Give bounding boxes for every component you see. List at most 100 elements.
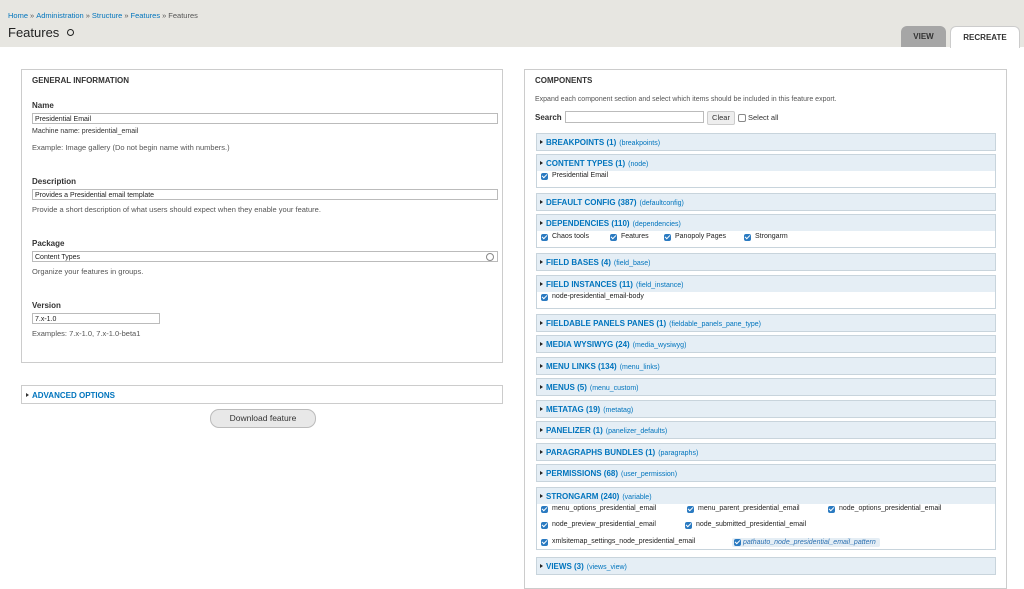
- component-section-header[interactable]: PARAGRAPHS BUNDLES (1) (paragraphs): [536, 443, 996, 461]
- collapsed-triangle-icon: [540, 450, 543, 454]
- component-section-name[interactable]: BREAKPOINTS (1) (breakpoints): [546, 138, 660, 147]
- component-section-name[interactable]: MENUS (5) (menu_custom): [546, 383, 639, 392]
- item-checkbox[interactable]: [541, 294, 548, 301]
- shortcut-icon[interactable]: [67, 29, 74, 36]
- breadcrumb-structure-link[interactable]: Structure: [92, 11, 122, 20]
- version-label: Version: [32, 301, 61, 310]
- name-field[interactable]: Presidential Email: [32, 113, 498, 124]
- component-section-name[interactable]: DEFAULT CONFIG (387) (defaultconfig): [546, 198, 684, 207]
- version-field[interactable]: 7.x-1.0: [32, 313, 160, 324]
- component-section-header[interactable]: MENUS (5) (menu_custom): [536, 378, 996, 396]
- version-help-text: Examples: 7.x-1.0, 7.x-1.0-beta1: [32, 329, 141, 338]
- component-section-header[interactable]: PANELIZER (1) (panelizer_defaults): [536, 421, 996, 439]
- component-section-name[interactable]: PERMISSIONS (68) (user_permission): [546, 469, 677, 478]
- collapsed-triangle-icon: [540, 494, 543, 498]
- component-section-header[interactable]: FIELD BASES (4) (field_base): [536, 253, 996, 271]
- component-machine-name: (paragraphs): [658, 450, 699, 457]
- item-checkbox[interactable]: [744, 234, 751, 241]
- component-machine-name: (variable): [622, 494, 652, 501]
- component-section-header[interactable]: DEFAULT CONFIG (387) (defaultconfig): [536, 193, 996, 211]
- advanced-options-fieldset[interactable]: ADVANCED OPTIONS: [21, 385, 503, 404]
- component-section-name[interactable]: VIEWS (3) (views_view): [546, 562, 627, 571]
- advanced-options-label[interactable]: ADVANCED OPTIONS: [32, 391, 115, 400]
- clear-button[interactable]: Clear: [707, 111, 735, 125]
- package-select[interactable]: Content Types: [32, 251, 498, 262]
- name-help-text: Example: Image gallery (Do not begin nam…: [32, 143, 230, 152]
- collapsed-triangle-icon: [540, 221, 543, 225]
- component-item-label: node_preview_presidential_email: [552, 521, 656, 528]
- component-section-header[interactable]: METATAG (19) (metatag): [536, 400, 996, 418]
- component-machine-name: (media_wysiwyg): [632, 342, 687, 349]
- page-title: Features: [8, 25, 60, 40]
- component-section-header[interactable]: VIEWS (3) (views_view): [536, 557, 996, 575]
- component-section-header[interactable]: MENU LINKS (134) (menu_links): [536, 357, 996, 375]
- component-section-name[interactable]: STRONGARM (240) (variable): [546, 492, 652, 501]
- item-checkbox[interactable]: [734, 539, 741, 546]
- component-item-label: node_options_presidential_email: [839, 505, 942, 512]
- component-section-header[interactable]: DEPENDENCIES (110) (dependencies): [536, 214, 996, 232]
- component-section-name[interactable]: CONTENT TYPES (1) (node): [546, 159, 648, 168]
- component-section-name[interactable]: MEDIA WYSIWYG (24) (media_wysiwyg): [546, 340, 686, 349]
- component-section-name[interactable]: DEPENDENCIES (110) (dependencies): [546, 219, 681, 228]
- collapsed-triangle-icon: [540, 161, 543, 165]
- item-checkbox[interactable]: [541, 539, 548, 546]
- component-machine-name: (panelizer_defaults): [605, 428, 668, 435]
- component-section-header[interactable]: FIELDABLE PANELS PANES (1) (fieldable_pan…: [536, 314, 996, 332]
- component-section-header[interactable]: FIELD INSTANCES (11) (field_instance): [536, 275, 996, 293]
- component-section-name[interactable]: PANELIZER (1) (panelizer_defaults): [546, 426, 667, 435]
- item-checkbox[interactable]: [828, 506, 835, 513]
- component-section-name[interactable]: FIELDABLE PANELS PANES (1) (fieldable_pan…: [546, 319, 761, 328]
- item-checkbox[interactable]: [664, 234, 671, 241]
- component-section-header[interactable]: BREAKPOINTS (1) (breakpoints): [536, 133, 996, 151]
- download-feature-button[interactable]: Download feature: [210, 409, 316, 428]
- search-input[interactable]: [565, 111, 704, 123]
- item-checkbox[interactable]: [687, 506, 694, 513]
- item-checkbox[interactable]: [541, 522, 548, 529]
- collapsed-triangle-icon: [540, 321, 543, 325]
- item-checkbox[interactable]: [541, 173, 548, 180]
- breadcrumb: Home» Administration» Structure» Features» F…: [8, 11, 198, 20]
- item-checkbox[interactable]: [541, 234, 548, 241]
- component-section-name[interactable]: FIELD INSTANCES (11) (field_instance): [546, 280, 683, 289]
- collapsed-triangle-icon: [540, 200, 543, 204]
- component-item-label: xmlsitemap_settings_node_presidential_em…: [552, 538, 696, 545]
- component-section-name[interactable]: FIELD BASES (4) (field_base): [546, 258, 650, 267]
- component-machine-name: (menu_custom): [589, 385, 639, 392]
- component-machine-name: (user_permission): [621, 471, 678, 478]
- package-help-text: Organize your features in groups.: [32, 267, 144, 276]
- component-section-name[interactable]: MENU LINKS (134) (menu_links): [546, 362, 660, 371]
- item-checkbox[interactable]: [610, 234, 617, 241]
- breadcrumb-home-link[interactable]: Home: [8, 11, 28, 20]
- component-item-label: pathauto_node_presidential_email_pattern: [732, 538, 880, 547]
- component-item-label: Presidential Email: [552, 172, 609, 179]
- components-title: COMPONENTS: [535, 76, 593, 85]
- breadcrumb-features-link[interactable]: Features: [131, 11, 161, 20]
- item-checkbox[interactable]: [541, 506, 548, 513]
- component-machine-name: (menu_links): [619, 364, 660, 371]
- component-item-label: menu_options_presidential_email: [552, 505, 657, 512]
- select-all-checkbox[interactable]: [738, 114, 746, 122]
- tab-recreate[interactable]: RECREATE: [950, 26, 1020, 48]
- tab-view[interactable]: VIEW: [901, 26, 946, 47]
- component-section-header[interactable]: CONTENT TYPES (1) (node): [536, 154, 996, 172]
- component-section-name[interactable]: PARAGRAPHS BUNDLES (1) (paragraphs): [546, 448, 698, 457]
- component-section-header[interactable]: PERMISSIONS (68) (user_permission): [536, 464, 996, 482]
- description-field[interactable]: Provides a Presidential email template: [32, 189, 498, 200]
- machine-name-text: Machine name: presidential_email: [32, 128, 139, 135]
- component-section-header[interactable]: MEDIA WYSIWYG (24) (media_wysiwyg): [536, 335, 996, 353]
- component-machine-name: (field_base): [613, 260, 651, 267]
- component-item-label: node_submitted_presidential_email: [696, 521, 807, 528]
- breadcrumb-administration-link[interactable]: Administration: [36, 11, 84, 20]
- component-machine-name: (breakpoints): [619, 140, 661, 147]
- collapsed-triangle-icon: [540, 407, 543, 411]
- description-help-text: Provide a short description of what user…: [32, 205, 321, 214]
- component-section-header[interactable]: STRONGARM (240) (variable): [536, 487, 996, 505]
- collapsed-triangle-icon: [540, 282, 543, 286]
- package-select-value: Content Types: [35, 254, 81, 261]
- collapsed-triangle-icon: [540, 471, 543, 475]
- collapsed-triangle-icon: [540, 385, 543, 389]
- collapsed-triangle-icon: [540, 564, 543, 568]
- component-section-name[interactable]: METATAG (19) (metatag): [546, 405, 633, 414]
- item-checkbox[interactable]: [685, 522, 692, 529]
- component-item-label: Features: [621, 233, 649, 240]
